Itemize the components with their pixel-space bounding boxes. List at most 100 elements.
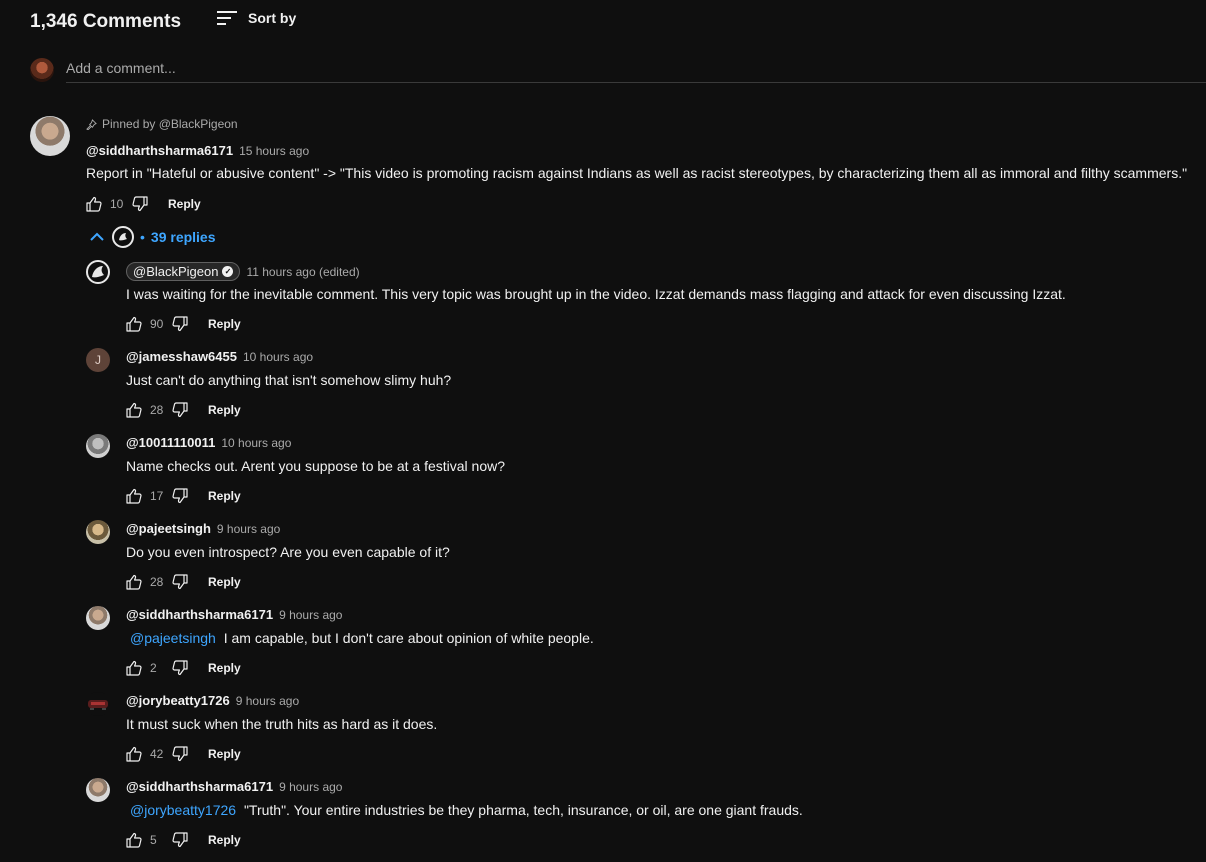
like-button[interactable]: 28 xyxy=(126,574,166,590)
verified-icon: ✓ xyxy=(222,266,234,277)
reply-time[interactable]: 9 hours ago xyxy=(279,780,342,794)
reply-body: Just can't do anything that isn't someho… xyxy=(126,372,452,388)
dislike-button[interactable] xyxy=(132,196,148,212)
dislike-button[interactable] xyxy=(172,574,188,590)
like-icon xyxy=(126,832,142,848)
comment-text: Report in "Hateful or abusive content" -… xyxy=(86,165,1188,181)
reply-mention[interactable]: @jorybeatty1726 xyxy=(130,802,236,818)
avatar[interactable]: J xyxy=(86,348,110,372)
reply-time[interactable]: 9 hours ago xyxy=(279,608,342,622)
reply-time[interactable]: 10 hours ago xyxy=(243,350,313,364)
like-icon xyxy=(126,488,142,504)
reply-author[interactable]: @jamesshaw6455 xyxy=(126,349,237,364)
reply-author[interactable]: @pajeetsingh xyxy=(126,521,211,536)
like-count: 17 xyxy=(150,489,164,503)
reply-button[interactable]: Reply xyxy=(208,833,241,847)
dislike-icon xyxy=(172,488,188,504)
reply-body: "Truth". Your entire industries be they … xyxy=(243,802,803,818)
avatar[interactable] xyxy=(86,692,110,716)
dislike-icon xyxy=(172,832,188,848)
pin-icon xyxy=(86,118,97,130)
like-count: 28 xyxy=(150,575,164,589)
like-button[interactable]: 10 xyxy=(86,196,126,212)
reply-time[interactable]: 9 hours ago xyxy=(217,522,280,536)
dislike-button[interactable] xyxy=(172,832,188,848)
reply-author[interactable]: @10011110011 xyxy=(126,435,215,450)
reply-body: Do you even introspect? Are you even cap… xyxy=(126,544,450,560)
reply-body: I am capable, but I don't care about opi… xyxy=(223,630,594,646)
reply-meta: @siddharthsharma6171 9 hours ago xyxy=(126,607,342,622)
sort-icon xyxy=(216,8,238,28)
reply-button[interactable]: Reply xyxy=(168,197,201,211)
like-count: 10 xyxy=(110,197,124,211)
reply-text: @jorybeatty1726 "Truth". Your entire ind… xyxy=(126,802,803,818)
reply-meta: @BlackPigeon ✓ 11 hours ago (edited) xyxy=(126,262,360,281)
reply-actions: 28 Reply xyxy=(126,572,241,592)
reply-time[interactable]: 9 hours ago xyxy=(236,694,299,708)
author-chip[interactable]: @BlackPigeon ✓ xyxy=(126,262,241,281)
avatar[interactable] xyxy=(30,116,70,156)
like-button[interactable]: 17 xyxy=(126,488,166,504)
like-button[interactable]: 2 xyxy=(126,660,166,676)
avatar[interactable] xyxy=(86,606,110,630)
add-comment-input[interactable]: Add a comment... xyxy=(66,57,1206,83)
dislike-button[interactable] xyxy=(172,660,188,676)
reply-button[interactable]: Reply xyxy=(208,489,241,503)
like-count: 28 xyxy=(150,403,164,417)
reply-time[interactable]: 10 hours ago xyxy=(221,436,291,450)
reply-author[interactable]: @jorybeatty1726 xyxy=(126,693,230,708)
comments-header: 1,346 Comments xyxy=(30,8,181,36)
reply-button[interactable]: Reply xyxy=(208,747,241,761)
comment-author[interactable]: @siddharthsharma6171 xyxy=(86,143,233,158)
like-icon xyxy=(126,746,142,762)
reply-actions: 5 Reply xyxy=(126,830,241,850)
reply-mention[interactable]: @pajeetsingh xyxy=(130,630,216,646)
reply-actions: 2 Reply xyxy=(126,658,241,678)
sort-label: Sort by xyxy=(248,10,297,26)
dislike-icon xyxy=(172,402,188,418)
dislike-button[interactable] xyxy=(172,316,188,332)
reply-meta: @pajeetsingh 9 hours ago xyxy=(126,521,280,536)
avatar[interactable] xyxy=(86,778,110,802)
like-button[interactable]: 42 xyxy=(126,746,166,762)
reply-text: @pajeetsingh I am capable, but I don't c… xyxy=(126,630,594,646)
reply-author[interactable]: @siddharthsharma6171 xyxy=(126,779,273,794)
comment-meta: @siddharthsharma6171 15 hours ago xyxy=(86,143,309,158)
like-count: 5 xyxy=(150,833,157,847)
dislike-icon xyxy=(172,746,188,762)
avatar[interactable] xyxy=(86,260,110,284)
reply-text: Name checks out. Arent you suppose to be… xyxy=(126,458,505,474)
like-button[interactable]: 5 xyxy=(126,832,166,848)
avatar-letter: J xyxy=(95,353,101,367)
reply-button[interactable]: Reply xyxy=(208,317,241,331)
dislike-button[interactable] xyxy=(172,402,188,418)
reply-actions: 28 Reply xyxy=(126,400,241,420)
reply-author[interactable]: @siddharthsharma6171 xyxy=(126,607,273,622)
dislike-button[interactable] xyxy=(172,488,188,504)
separator-dot: • xyxy=(140,229,145,245)
avatar[interactable] xyxy=(86,520,110,544)
reply-time[interactable]: 11 hours ago (edited) xyxy=(246,265,359,279)
pinned-label: Pinned by @BlackPigeon xyxy=(86,117,238,131)
reply-button[interactable]: Reply xyxy=(208,403,241,417)
dislike-button[interactable] xyxy=(172,746,188,762)
like-button[interactable]: 90 xyxy=(126,316,166,332)
sort-button[interactable]: Sort by xyxy=(216,8,296,28)
comment-actions: 10 Reply xyxy=(86,194,201,214)
dislike-icon xyxy=(172,316,188,332)
dislike-icon xyxy=(132,196,148,212)
like-count: 90 xyxy=(150,317,164,331)
reply-meta: @jamesshaw6455 10 hours ago xyxy=(126,349,313,364)
comment-time[interactable]: 15 hours ago xyxy=(239,144,309,158)
like-button[interactable]: 28 xyxy=(126,402,166,418)
reply-button[interactable]: Reply xyxy=(208,661,241,675)
reply-text: I was waiting for the inevitable comment… xyxy=(126,286,1066,302)
reply-button[interactable]: Reply xyxy=(208,575,241,589)
avatar[interactable] xyxy=(86,434,110,458)
reply-actions: 17 Reply xyxy=(126,486,241,506)
reply-body: It must suck when the truth hits as hard… xyxy=(126,716,438,732)
like-icon xyxy=(86,196,102,212)
reply-text: It must suck when the truth hits as hard… xyxy=(126,716,437,732)
pinned-text: Pinned by @BlackPigeon xyxy=(102,117,238,131)
replies-toggle[interactable]: • 39 replies xyxy=(88,226,216,248)
